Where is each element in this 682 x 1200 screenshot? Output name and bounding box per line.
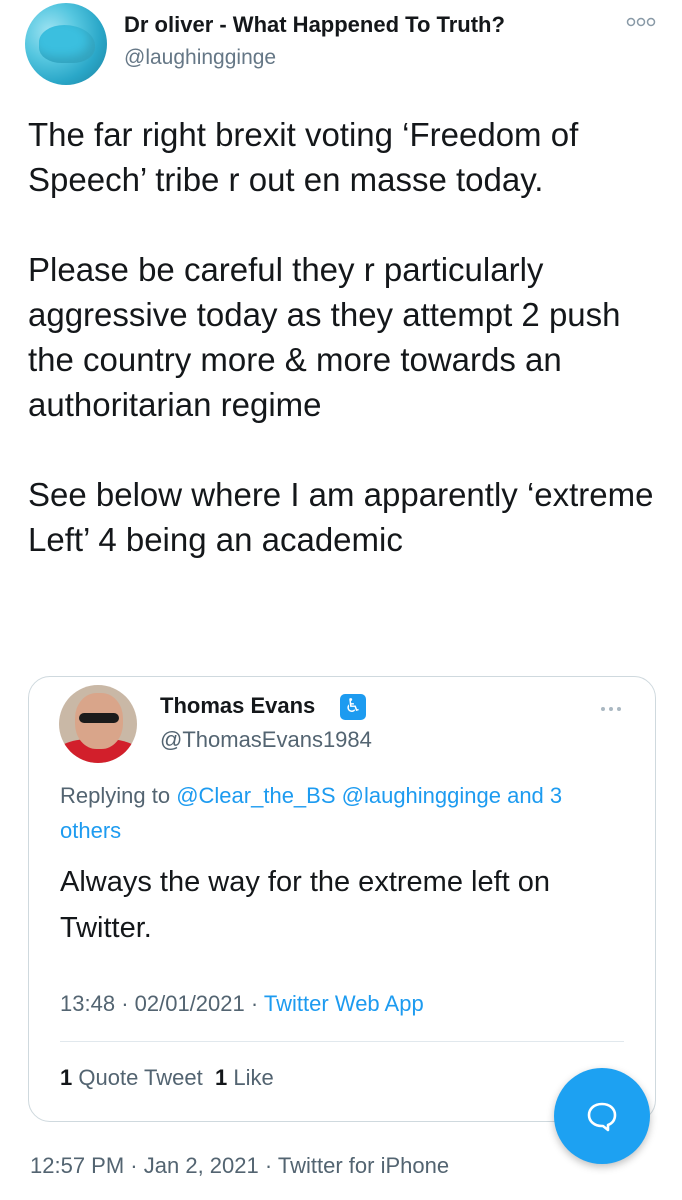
meta-separator: ·: [121, 991, 129, 1016]
author-avatar[interactable]: [25, 3, 107, 85]
author-handle[interactable]: @laughingginge: [124, 46, 276, 70]
quoted-stats: 1 Quote Tweet 1 Like: [60, 1065, 274, 1091]
like-label[interactable]: Like: [233, 1065, 273, 1090]
quoted-author-name[interactable]: Thomas Evans: [160, 693, 315, 719]
tweet-timestamp: 12:57 PM · Jan 2, 2021 · Twitter for iPh…: [30, 1153, 449, 1179]
quoted-source[interactable]: Twitter Web App: [264, 991, 424, 1016]
like-count[interactable]: 1: [215, 1065, 227, 1090]
tweet-source[interactable]: Twitter for iPhone: [278, 1153, 449, 1178]
replying-to: Replying to @Clear_the_BS @laughingginge…: [60, 778, 620, 848]
tweet-text: The far right brexit voting ‘Freedom of …: [28, 116, 654, 558]
meta-separator: ·: [130, 1153, 138, 1178]
quoted-tweet-text: Always the way for the extreme left on T…: [60, 866, 550, 944]
divider: [60, 1041, 624, 1042]
quote-count[interactable]: 1: [60, 1065, 72, 1090]
accessibility-icon: ♿: [340, 694, 366, 720]
tweet-date: Jan 2, 2021: [143, 1153, 259, 1178]
replying-prefix: Replying to: [60, 783, 171, 808]
meta-separator: ·: [264, 1153, 273, 1178]
quoted-more-icon[interactable]: [599, 703, 623, 715]
quoted-date: 02/01/2021: [134, 991, 245, 1016]
meta-separator: ·: [250, 991, 259, 1016]
quoted-time: 13:48: [60, 991, 116, 1016]
quoted-tweet-card[interactable]: Thomas Evans ♿ @ThomasEvans1984 Replying…: [28, 676, 656, 1122]
more-options-icon[interactable]: [626, 14, 656, 30]
tweet-time: 12:57 PM: [30, 1153, 125, 1178]
quoted-tweet-meta: 13:48 · 02/01/2021 · Twitter Web App: [60, 991, 424, 1017]
reply-bubble-icon: [587, 1102, 617, 1132]
quote-label[interactable]: Quote Tweet: [78, 1065, 202, 1090]
quoted-avatar[interactable]: [59, 685, 137, 763]
quoted-author-handle[interactable]: @ThomasEvans1984: [160, 727, 372, 753]
author-name[interactable]: Dr oliver - What Happened To Truth?: [124, 12, 505, 38]
compose-reply-button[interactable]: [554, 1068, 650, 1164]
